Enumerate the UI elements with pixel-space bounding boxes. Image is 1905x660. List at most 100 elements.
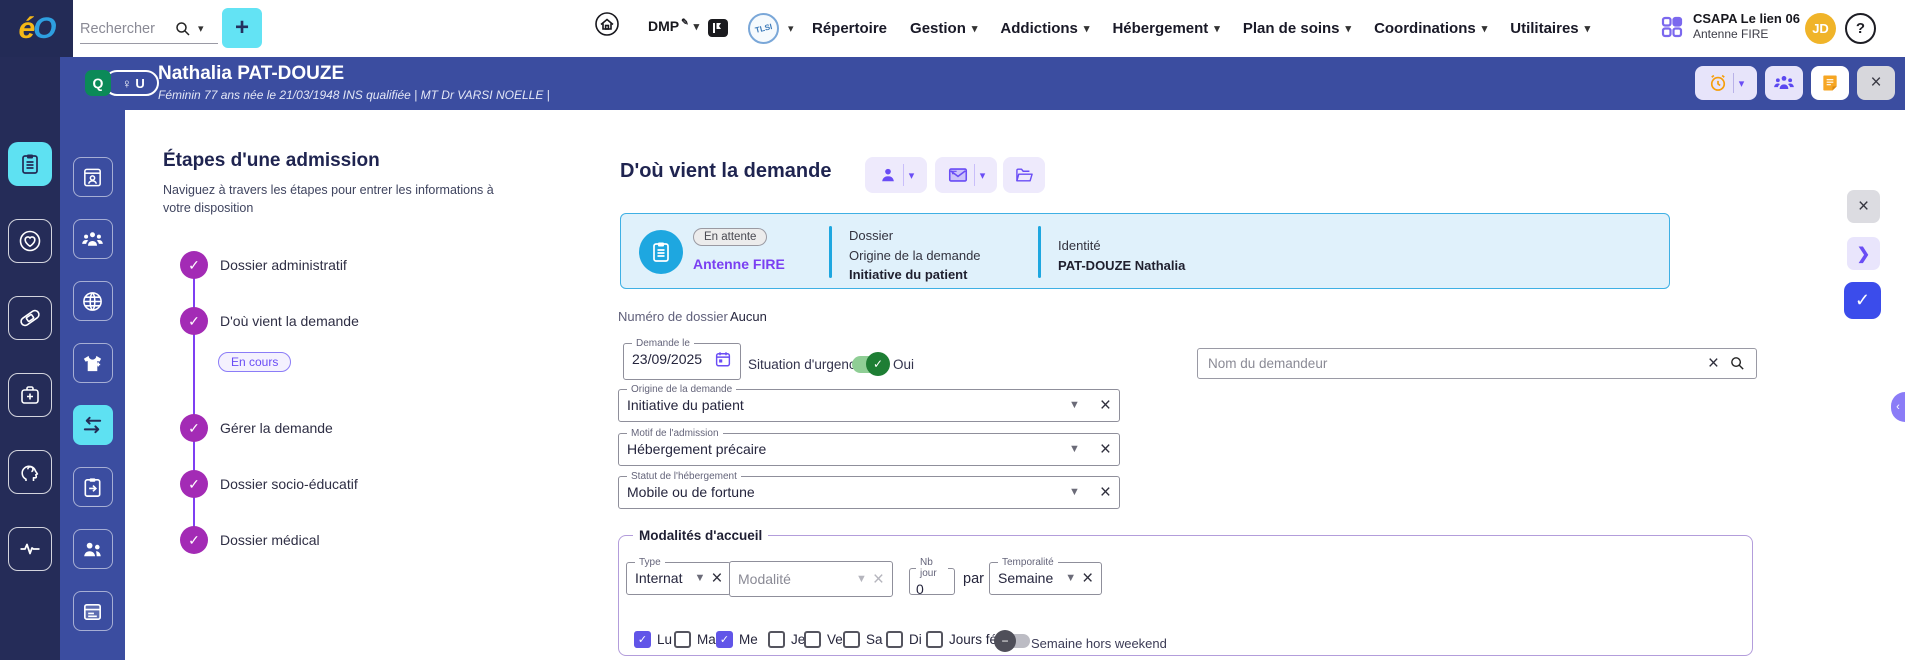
sidebar-item-bandage[interactable]: [8, 296, 52, 340]
dropdown-caret-icon[interactable]: ▼: [856, 573, 867, 585]
sidebar-item-twopeople[interactable]: [73, 529, 113, 569]
step-dossier-socio-educatif[interactable]: Dossier socio-éducatif: [220, 476, 358, 492]
clear-icon[interactable]: ×: [1100, 396, 1111, 415]
day-checkbox-ve[interactable]: Ve: [804, 631, 843, 648]
search-caret-icon[interactable]: ▾: [198, 22, 204, 35]
step-dossier-medical[interactable]: Dossier médical: [220, 532, 320, 548]
panel-close-button[interactable]: ×: [1847, 190, 1880, 223]
step-d-ou-vient-la-demande[interactable]: D'où vient la demande: [220, 313, 359, 329]
statut-hebergement-value[interactable]: Mobile ou de fortune: [627, 484, 755, 500]
dropdown-caret-icon[interactable]: ▼: [694, 572, 705, 584]
sidebar-item-globe[interactable]: [73, 281, 113, 321]
org-squares-icon[interactable]: [1660, 15, 1686, 41]
help-button[interactable]: ?: [1845, 13, 1876, 44]
day-checkbox-je[interactable]: Je: [768, 631, 805, 648]
menu-item-coordinations[interactable]: Coordinations▾: [1374, 20, 1487, 37]
sidebar-item-clipboardarrow[interactable]: [73, 467, 113, 507]
dmp-menu[interactable]: DMP✎ ▾: [648, 18, 699, 34]
step-check-icon[interactable]: ✓: [180, 470, 208, 498]
tlsi-logo[interactable]: TLSI: [748, 13, 779, 44]
alarm-caret-icon[interactable]: ▾: [1739, 77, 1745, 90]
home-icon[interactable]: [595, 12, 627, 44]
weekend-toggle[interactable]: −: [998, 634, 1030, 648]
step-check-icon[interactable]: ✓: [180, 307, 208, 335]
dropdown-caret-icon[interactable]: ▼: [1065, 572, 1076, 584]
motif-admission-value[interactable]: Hébergement précaire: [627, 441, 766, 457]
demande-le-value[interactable]: 23/09/2025: [632, 351, 702, 367]
motif-admission-field[interactable]: Motif de l'admission Hébergement précair…: [618, 428, 1120, 466]
sidebar-item-clipboard[interactable]: [8, 142, 52, 186]
assign-person-button[interactable]: ▾: [865, 157, 927, 193]
step-dossier-administratif[interactable]: Dossier administratif: [220, 257, 347, 273]
type-field[interactable]: Type Internat ▼ ×: [626, 557, 731, 595]
menu-item-gestion[interactable]: Gestion▾: [910, 20, 977, 37]
sidebar-item-medicalbag[interactable]: [8, 373, 52, 417]
day-checkbox-me[interactable]: ✓ Me: [716, 631, 758, 648]
day-checkbox-lu[interactable]: ✓ Lu: [634, 631, 672, 648]
temporalite-field[interactable]: Temporalité Semaine ▼ ×: [989, 557, 1102, 595]
notes-button[interactable]: [1811, 66, 1849, 100]
mail-button[interactable]: ▾: [935, 157, 997, 193]
alarm-button[interactable]: ▾: [1695, 66, 1757, 100]
statut-hebergement-field[interactable]: Statut de l'hébergement Mobile ou de for…: [618, 471, 1120, 509]
dropdown-caret-icon[interactable]: ▼: [1069, 399, 1080, 411]
sidebar-item-heartcare[interactable]: [8, 219, 52, 263]
ins-status-badge[interactable]: Q: [85, 70, 111, 96]
user-avatar[interactable]: JD: [1805, 13, 1836, 44]
nom-demandeur-input[interactable]: [1208, 356, 1698, 371]
nb-jour-value[interactable]: 0: [916, 581, 924, 597]
panel-next-button[interactable]: ❯: [1847, 237, 1880, 270]
day-checkbox-ma[interactable]: Ma: [674, 631, 716, 648]
folder-button[interactable]: [1003, 157, 1045, 193]
close-patient-button[interactable]: ×: [1857, 66, 1895, 100]
sidebar-item-headbrain[interactable]: [8, 450, 52, 494]
type-value[interactable]: Internat: [635, 570, 682, 586]
menu-item-addictions[interactable]: Addictions▾: [1000, 20, 1089, 37]
app-logo[interactable]: éO: [0, 0, 73, 57]
step-check-icon[interactable]: ✓: [180, 526, 208, 554]
panel-confirm-button[interactable]: ✓: [1844, 282, 1881, 319]
temporalite-value[interactable]: Semaine: [998, 570, 1053, 586]
sidebar-item-tshirtplus[interactable]: [73, 343, 113, 383]
person-caret-icon[interactable]: ▾: [909, 169, 915, 182]
urgence-toggle[interactable]: ✓: [852, 356, 886, 373]
org-info[interactable]: CSAPA Le lien 06 Antenne FIRE: [1693, 11, 1800, 42]
step-check-icon[interactable]: ✓: [180, 251, 208, 279]
origine-demande-value[interactable]: Initiative du patient: [627, 397, 744, 413]
clear-icon[interactable]: ×: [1100, 483, 1111, 502]
search-icon[interactable]: [1729, 355, 1746, 372]
clear-icon[interactable]: ×: [1082, 569, 1093, 588]
card-reader-icon[interactable]: [706, 16, 734, 42]
sex-badge[interactable]: ♀ U: [104, 70, 159, 96]
add-button[interactable]: +: [222, 8, 262, 48]
dropdown-caret-icon[interactable]: ▼: [1069, 486, 1080, 498]
dropdown-caret-icon[interactable]: ▼: [1069, 443, 1080, 455]
mail-caret-icon[interactable]: ▾: [980, 169, 986, 182]
step-check-icon[interactable]: ✓: [180, 414, 208, 442]
search-icon[interactable]: [174, 20, 192, 38]
menu-item-hebergement[interactable]: Hébergement▾: [1112, 20, 1219, 37]
antenne-link[interactable]: Antenne FIRE: [693, 256, 785, 272]
search-input[interactable]: [80, 21, 168, 37]
modalite-field[interactable]: Modalité ▼ ×: [729, 561, 893, 597]
sidebar-item-peoplegroup[interactable]: [73, 219, 113, 259]
step-gerer-la-demande[interactable]: Gérer la demande: [220, 420, 333, 436]
menu-item-repertoire[interactable]: Répertoire: [812, 20, 887, 37]
origine-demande-field[interactable]: Origine de la demande Initiative du pati…: [618, 384, 1120, 422]
care-team-button[interactable]: [1765, 66, 1803, 100]
clear-icon[interactable]: ×: [873, 570, 884, 589]
day-checkbox-di[interactable]: Di: [886, 631, 922, 648]
sidebar-item-walletcard[interactable]: [73, 591, 113, 631]
day-checkbox-sa[interactable]: Sa: [843, 631, 883, 648]
menu-item-utilitaires[interactable]: Utilitaires▾: [1510, 20, 1590, 37]
tlsi-caret-icon[interactable]: ▾: [788, 22, 794, 35]
nb-jour-field[interactable]: Nb jour 0: [909, 557, 955, 595]
demande-le-field[interactable]: Demande le 23/09/2025: [623, 338, 741, 380]
clear-icon[interactable]: ×: [1708, 354, 1719, 373]
patient-name[interactable]: Nathalia PAT-DOUZE: [158, 63, 344, 85]
sidebar-item-pulse[interactable]: [8, 527, 52, 571]
menu-item-plan-de-soins[interactable]: Plan de soins▾: [1243, 20, 1351, 37]
clear-icon[interactable]: ×: [711, 569, 722, 588]
sidebar-item-idcard[interactable]: [73, 157, 113, 197]
sidebar-item-transferarrows[interactable]: [73, 405, 113, 445]
